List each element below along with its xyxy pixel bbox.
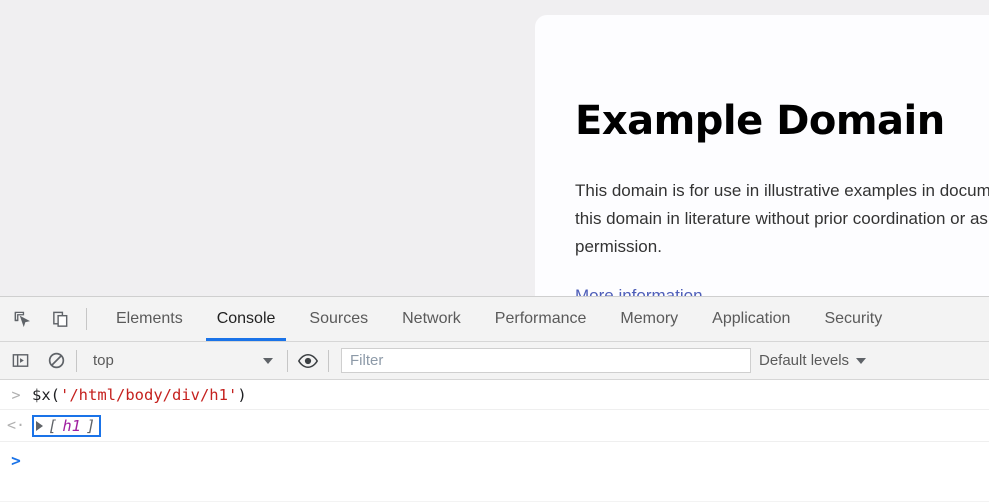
devtools-tabs: Elements Console Sources Network Perform… xyxy=(99,297,899,341)
live-expression-eye-icon xyxy=(297,353,319,368)
console-message-list[interactable]: > $x('/html/body/div/h1') <· [h1] > xyxy=(0,380,989,501)
console-input-gutter-icon: > xyxy=(11,386,21,404)
result-selection-chip[interactable]: [h1] xyxy=(32,415,102,437)
page-title: Example Domain xyxy=(575,98,945,144)
filter-input[interactable] xyxy=(341,348,751,373)
inspect-element-button[interactable] xyxy=(8,305,36,333)
console-sidebar-button[interactable] xyxy=(6,347,34,375)
tab-security[interactable]: Security xyxy=(807,297,899,341)
devtools-panel: Elements Console Sources Network Perform… xyxy=(0,296,989,502)
console-toolbar-divider-3 xyxy=(328,349,329,372)
tab-performance[interactable]: Performance xyxy=(478,297,604,341)
tab-network[interactable]: Network xyxy=(385,297,478,341)
device-toolbar-button[interactable] xyxy=(46,305,74,333)
log-levels-select[interactable]: Default levels xyxy=(759,352,878,369)
console-result-value: [h1] xyxy=(32,415,989,437)
tab-security-label: Security xyxy=(824,310,883,327)
tab-memory[interactable]: Memory xyxy=(603,297,695,341)
toolbar-divider xyxy=(86,308,87,330)
console-toolbar-divider-1 xyxy=(76,349,77,372)
console-sidebar-icon xyxy=(12,354,28,367)
console-toolbar-divider-2 xyxy=(287,349,288,372)
tab-memory-label: Memory xyxy=(620,310,679,327)
chevron-down-icon xyxy=(856,357,867,364)
console-result-gutter-icon: <· xyxy=(6,416,26,434)
device-toolbar-icon xyxy=(52,311,67,327)
tab-console[interactable]: Console xyxy=(200,297,293,341)
tab-sources-label: Sources xyxy=(309,310,369,327)
tab-application-label: Application xyxy=(712,310,791,327)
expression-token-string: '/html/body/div/h1' xyxy=(60,386,238,404)
page-viewport: Example Domain This domain is for use in… xyxy=(0,0,989,296)
console-result-row[interactable]: <· [h1] xyxy=(0,410,989,442)
clear-console-icon xyxy=(48,352,64,369)
execution-context-value: top xyxy=(93,352,114,369)
chevron-down-icon xyxy=(263,357,273,364)
devtools-window: Example Domain This domain is for use in… xyxy=(0,0,989,502)
expression-token-close: ) xyxy=(237,386,247,404)
tab-elements[interactable]: Elements xyxy=(99,297,200,341)
tab-application[interactable]: Application xyxy=(695,297,807,341)
page-paragraph: This domain is for use in illustrative e… xyxy=(575,181,989,257)
inspect-element-icon xyxy=(14,311,30,327)
console-toolbar: top Default levels xyxy=(0,342,989,380)
tab-performance-label: Performance xyxy=(494,310,587,327)
tab-elements-label: Elements xyxy=(116,310,183,327)
execution-context-select[interactable]: top xyxy=(83,348,281,374)
log-levels-label: Default levels xyxy=(759,352,850,369)
more-information-link[interactable]: More information... xyxy=(575,286,717,296)
tab-console-label: Console xyxy=(216,310,276,327)
result-token-open-bracket: [ xyxy=(48,417,58,435)
console-input-expression: $x('/html/body/div/h1') xyxy=(32,385,989,405)
result-token-close-bracket: ] xyxy=(86,417,96,435)
tab-network-label: Network xyxy=(402,310,461,327)
console-input-row[interactable]: > $x('/html/body/div/h1') xyxy=(0,380,989,410)
expression-token-fn: $x( xyxy=(32,386,60,404)
console-prompt-row[interactable]: > xyxy=(0,442,989,474)
clear-console-button[interactable] xyxy=(42,347,70,375)
devtools-tabstrip: Elements Console Sources Network Perform… xyxy=(0,297,989,342)
tab-sources[interactable]: Sources xyxy=(292,297,385,341)
console-prompt-input[interactable] xyxy=(32,451,989,469)
result-token-node: h1 xyxy=(62,417,82,435)
console-prompt-gutter: > xyxy=(0,450,32,470)
prompt-chevron-icon: > xyxy=(11,451,21,470)
expand-triangle-icon[interactable] xyxy=(36,421,43,431)
live-expression-button[interactable] xyxy=(294,347,322,375)
example-domain-card: Example Domain This domain is for use in… xyxy=(535,15,989,296)
devtools-tool-icons xyxy=(0,297,80,341)
